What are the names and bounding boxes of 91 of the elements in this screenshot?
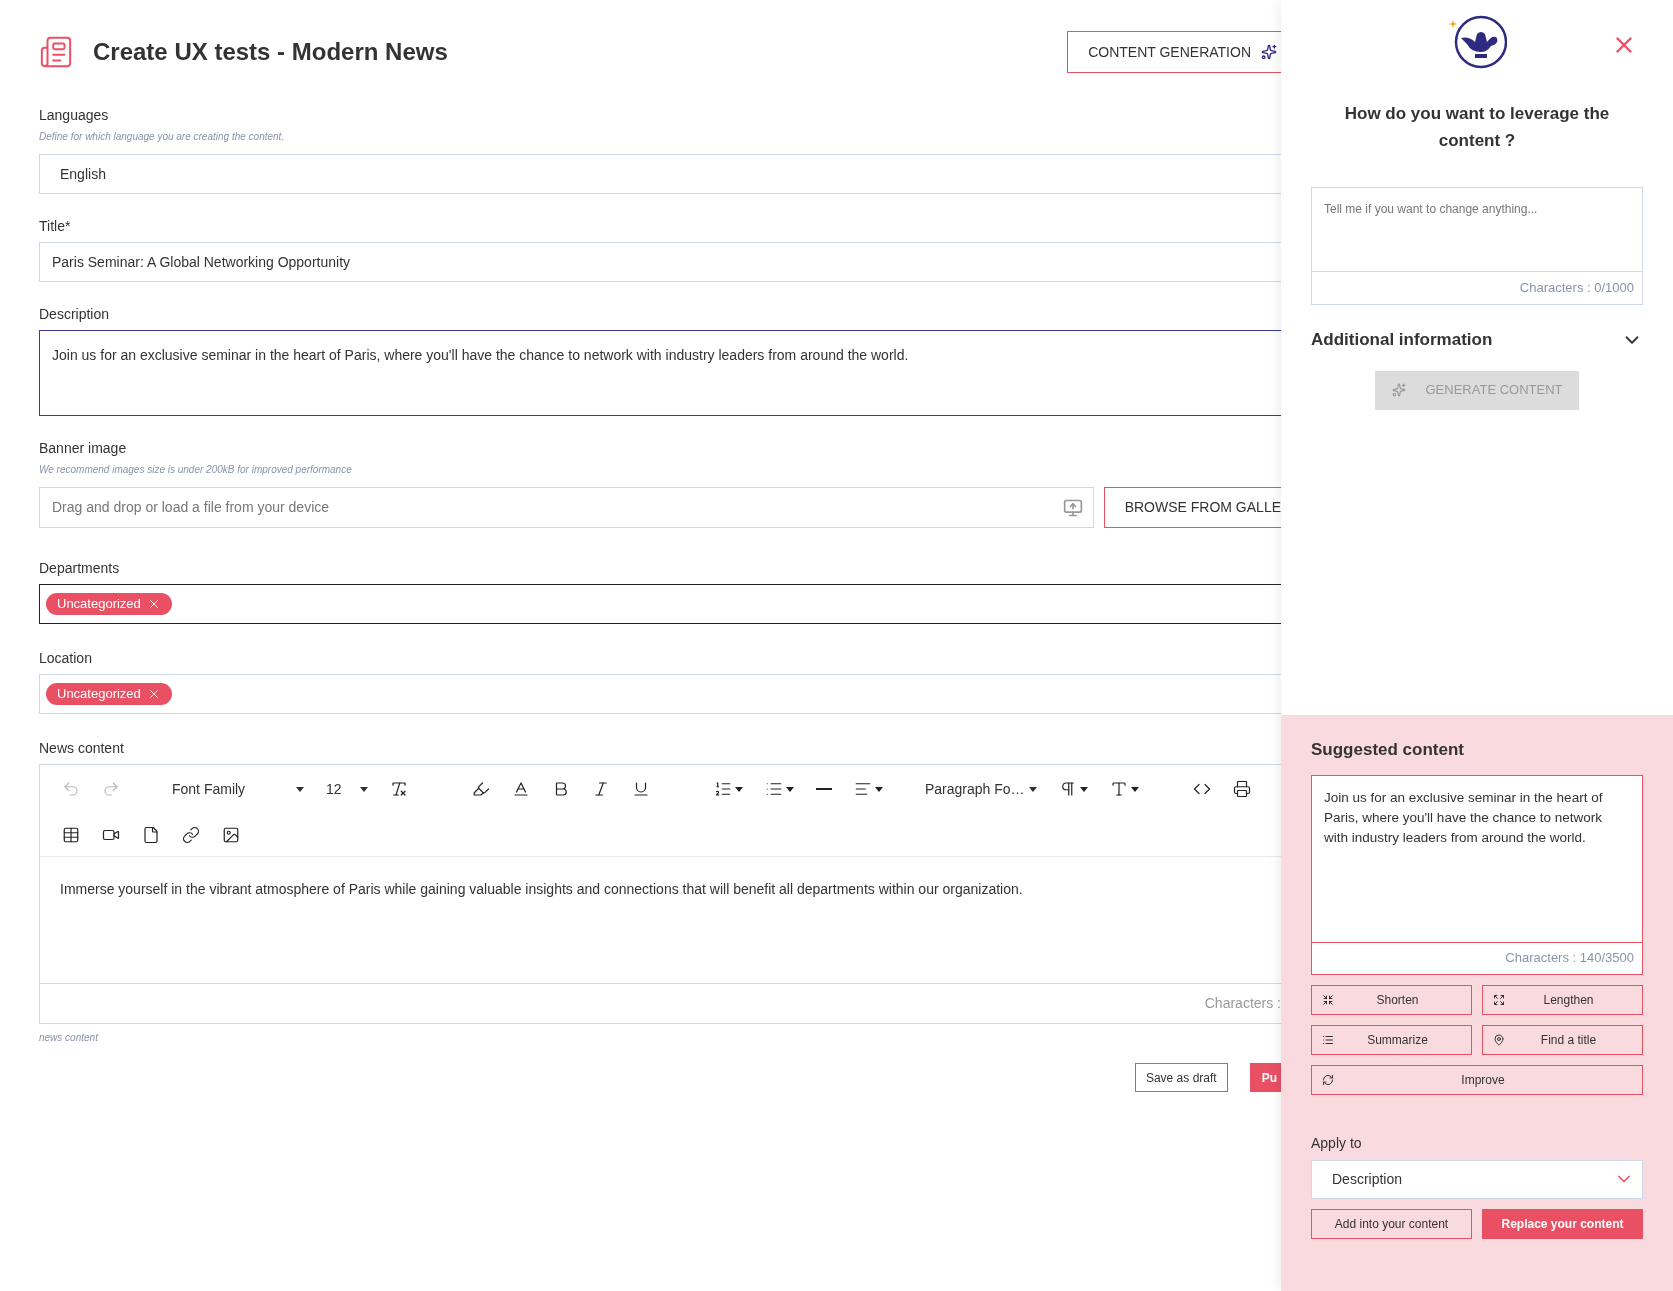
highlighter-button[interactable]: [472, 780, 490, 798]
field-label: Title*: [39, 217, 72, 236]
text-style-button[interactable]: [1110, 780, 1139, 798]
link-button[interactable]: [182, 825, 200, 844]
bullet-list-icon: [765, 780, 783, 798]
field-label: News content: [39, 739, 125, 758]
rewrite-option-button[interactable]: Find a title: [1482, 1024, 1643, 1055]
content-generation-button[interactable]: CONTENT GENERATION: [1067, 31, 1281, 73]
panel-heading: How do you want to leverage the content ?: [1343, 103, 1611, 152]
numbered-list-button[interactable]: [714, 780, 743, 798]
section-heading: Suggested content: [1311, 739, 1465, 761]
caret-icon: [296, 786, 304, 792]
image-icon: [222, 825, 240, 844]
language-select[interactable]: English: [39, 154, 1281, 194]
bullet-list-button[interactable]: [765, 780, 794, 798]
replace-content-button[interactable]: Replace your content: [1482, 1208, 1643, 1239]
character-count: Characters : 0/1000: [1519, 279, 1634, 298]
text-color-icon: [512, 780, 530, 798]
suggested-textarea[interactable]: Join us for an exclusive seminar in the heart of Paris, where you'll have the chance to network with industry leaders from around the world. Characters : 140/3500: [1311, 774, 1643, 975]
underline-button[interactable]: [632, 780, 650, 798]
rewrite-option-button[interactable]: Lengthen: [1482, 984, 1643, 1015]
paragraph-format-dropdown[interactable]: Paragraph Fo…: [925, 778, 1037, 800]
align-icon: [854, 780, 872, 798]
browse-gallery-button[interactable]: BROWSE FROM GALLE: [1103, 487, 1281, 528]
character-count: Characters :: [1204, 994, 1281, 1013]
field-label: Languages: [39, 106, 110, 125]
field-label: Description: [39, 305, 111, 324]
underline-icon: [632, 780, 650, 798]
table-icon: [62, 825, 80, 844]
tag-field[interactable]: Uncategorized: [39, 584, 1281, 624]
file-drop-field[interactable]: Drag and drop or load a file from your device: [39, 487, 1094, 528]
sparkle-icon: [1261, 44, 1277, 60]
font-size-dropdown[interactable]: 12: [326, 778, 368, 800]
add-into-content-button[interactable]: Add into your content: [1311, 1208, 1472, 1239]
highlighter-icon: [472, 780, 490, 798]
rewrite-option-button[interactable]: Shorten: [1311, 984, 1472, 1015]
caret-icon: [1029, 786, 1037, 792]
editor-body[interactable]: Immerse yourself in the vibrant atmosphere of Paris while gaining valuable insights and connections that will benefit all departments within our organization.: [40, 857, 1281, 983]
save-draft-button[interactable]: Save as draft: [1134, 1063, 1228, 1092]
publish-button[interactable]: Pu: [1249, 1063, 1281, 1092]
caret-icon: [1131, 786, 1139, 792]
print-icon: [1233, 780, 1251, 798]
italic-icon: [592, 780, 610, 798]
description-textarea[interactable]: Join us for an exclusive seminar in the heart of Paris, where you'll have the chance to network with industry leaders from around the world.: [39, 330, 1281, 416]
text-color-button[interactable]: [512, 780, 530, 798]
horizontal-line-icon: [816, 788, 832, 790]
field-label: Apply to: [1311, 1133, 1363, 1153]
link-icon: [182, 825, 200, 844]
character-count: Characters : 140/3500: [1505, 949, 1634, 968]
shorten-icon: [1322, 993, 1334, 1006]
field-label: Location: [39, 649, 93, 668]
tag-chip[interactable]: Uncategorized: [46, 593, 172, 615]
additional-information-toggle[interactable]: Additional information: [1311, 327, 1643, 353]
pilcrow-button[interactable]: [1059, 780, 1088, 798]
caret-icon: [735, 786, 743, 792]
text-style-icon: [1110, 780, 1128, 798]
rewrite-option-button[interactable]: Improve: [1311, 1064, 1643, 1095]
tag-chip[interactable]: Uncategorized: [46, 683, 172, 705]
file-button[interactable]: [142, 825, 160, 844]
image-button[interactable]: [222, 825, 240, 844]
upload-icon: [1062, 497, 1083, 518]
numbered-list-icon: [714, 780, 732, 798]
print-button[interactable]: [1233, 780, 1251, 798]
caret-icon: [1080, 786, 1088, 792]
clear-format-button[interactable]: [390, 780, 408, 798]
caret-icon: [875, 786, 883, 792]
field-hint: news content: [39, 1031, 100, 1045]
table-button[interactable]: [62, 825, 80, 844]
align-button[interactable]: [854, 780, 883, 798]
newspaper-icon: [39, 35, 73, 69]
clear-format-icon: [390, 780, 408, 798]
title-input[interactable]: Paris Seminar: A Global Networking Opportunity: [39, 242, 1281, 282]
caret-icon: [786, 786, 794, 792]
caret-icon: [360, 786, 368, 792]
file-icon: [142, 825, 160, 844]
field-label: Banner image: [39, 439, 128, 458]
font-family-dropdown[interactable]: Font Family: [172, 778, 304, 800]
apply-to-select[interactable]: Description: [1311, 1159, 1643, 1199]
pilcrow-icon: [1059, 780, 1077, 798]
prompt-textarea[interactable]: Tell me if you want to change anything... Characters : 0/1000: [1311, 187, 1643, 305]
sparkle-icon: [1391, 383, 1406, 397]
undo-icon: [62, 780, 80, 798]
page-title: Create UX tests - Modern News: [93, 37, 448, 67]
redo-icon: [102, 780, 120, 798]
field-hint: Define for which language you are creating the content.: [39, 130, 286, 144]
lengthen-icon: [1493, 993, 1505, 1006]
field-label: Departments: [39, 559, 121, 578]
field-hint: We recommend images size is under 200kB for improved performance: [39, 463, 353, 477]
rewrite-option-button[interactable]: Summarize: [1311, 1024, 1472, 1055]
italic-button[interactable]: [592, 780, 610, 798]
tag-field[interactable]: Uncategorized: [39, 674, 1281, 714]
